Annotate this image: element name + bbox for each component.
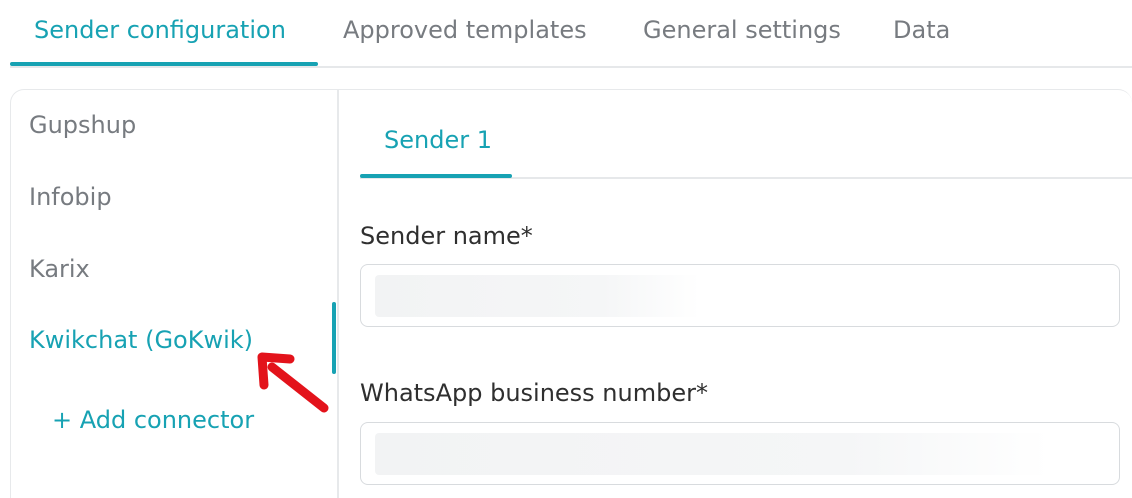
tab-general-settings[interactable]: General settings	[643, 10, 841, 50]
red-arrow-icon	[257, 352, 329, 413]
tab-data[interactable]: Data	[893, 10, 950, 50]
connector-item-karix[interactable]: Karix	[29, 249, 90, 289]
connector-item-gupshup[interactable]: Gupshup	[29, 105, 136, 145]
tab-approved-templates[interactable]: Approved templates	[343, 10, 587, 50]
redacted-value	[375, 275, 700, 317]
tab-bar-divider	[10, 66, 1132, 68]
redacted-value	[375, 433, 1050, 475]
tab-sender-configuration[interactable]: Sender configuration	[34, 10, 286, 50]
active-sender-tab-indicator	[360, 174, 512, 178]
add-connector-button[interactable]: + Add connector	[52, 400, 254, 440]
connector-item-infobip[interactable]: Infobip	[29, 177, 112, 217]
top-tab-bar: Sender configuration Approved templates …	[0, 0, 1132, 68]
sender-name-label: Sender name*	[360, 222, 533, 250]
sender-name-input[interactable]	[360, 264, 1120, 327]
business-number-label: WhatsApp business number*	[360, 379, 708, 407]
tab-sender-1[interactable]: Sender 1	[384, 120, 492, 160]
active-tab-indicator	[10, 62, 318, 66]
settings-screen: Sender configuration Approved templates …	[0, 0, 1132, 498]
business-number-input[interactable]	[360, 422, 1120, 485]
connector-item-kwikchat[interactable]: Kwikchat (GoKwik)	[29, 320, 253, 360]
